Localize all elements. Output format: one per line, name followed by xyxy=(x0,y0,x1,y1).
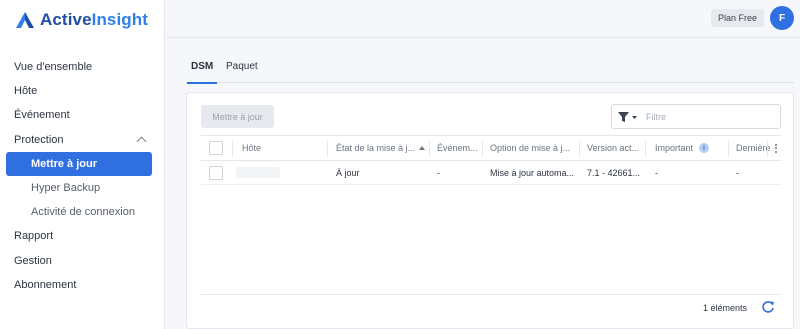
column-header-option[interactable]: Option de mise à j... xyxy=(490,136,576,160)
sidebar-item-label: Hyper Backup xyxy=(31,182,101,195)
filter-field[interactable] xyxy=(611,104,781,129)
select-all-checkbox[interactable] xyxy=(209,141,223,155)
chevron-up-icon xyxy=(136,136,147,147)
sidebar-item-update[interactable]: Mettre à jour xyxy=(6,151,152,176)
row-checkbox[interactable] xyxy=(209,165,223,180)
sidebar-item-report[interactable]: Rapport xyxy=(0,224,165,248)
tab-dsm[interactable]: DSM xyxy=(186,61,218,84)
sidebar-item-host[interactable]: Hôte xyxy=(0,79,165,103)
sidebar-item-hyper-backup[interactable]: Hyper Backup xyxy=(0,176,165,200)
logo-icon xyxy=(16,12,34,28)
column-header-version[interactable]: Version act... xyxy=(587,136,645,160)
column-header-label: État de la mise à j... xyxy=(336,143,416,153)
sidebar-item-management[interactable]: Gestion xyxy=(0,249,165,273)
table-header: Hôte État de la mise à j... Événem... Op… xyxy=(201,135,781,161)
sidebar-item-event[interactable]: Événement xyxy=(0,103,165,127)
sort-ascending-icon xyxy=(419,146,426,150)
more-vertical-icon xyxy=(775,143,777,153)
app-logo[interactable]: ActiveInsight xyxy=(16,9,148,31)
select-all-cell xyxy=(209,136,223,160)
column-divider[interactable] xyxy=(728,141,729,157)
filter-input[interactable] xyxy=(646,111,756,122)
logo-text: ActiveInsight xyxy=(40,10,149,29)
cell-version: 7.1 - 42661... xyxy=(587,167,641,178)
cell-status: À jour xyxy=(336,167,360,178)
sidebar-item-label: Vue d'ensemble xyxy=(14,61,93,74)
column-divider[interactable] xyxy=(232,141,233,157)
cell-last: - xyxy=(736,167,739,178)
cell-event: - xyxy=(437,167,440,178)
update-button[interactable]: Mettre à jour xyxy=(201,105,274,128)
column-header-status[interactable]: État de la mise à j... xyxy=(336,136,431,160)
column-header-event[interactable]: Événem... xyxy=(437,136,479,160)
tab-bar: DSM Paquet xyxy=(186,56,794,84)
updates-table: Hôte État de la mise à j... Événem... Op… xyxy=(201,135,781,185)
sidebar: ActiveInsight Vue d'ensemble Hôte Événem… xyxy=(0,0,165,329)
sidebar-item-label: Gestion xyxy=(14,254,52,267)
table-footer: 1 éléments xyxy=(201,294,781,320)
avatar[interactable]: F xyxy=(770,6,794,30)
cell-host xyxy=(236,161,316,184)
column-header-last[interactable]: Dernière xyxy=(736,136,771,160)
column-divider[interactable] xyxy=(579,141,580,157)
column-header-host[interactable]: Hôte xyxy=(242,136,322,160)
column-divider[interactable] xyxy=(482,141,483,157)
sidebar-item-overview[interactable]: Vue d'ensemble xyxy=(0,55,165,79)
refresh-icon[interactable] xyxy=(761,300,775,314)
sidebar-item-label: Abonnement xyxy=(14,278,77,291)
table-row[interactable]: À jour - Mise à jour automa... 7.1 - 426… xyxy=(201,161,781,185)
content-panel: Mettre à jour Hôte État de la mise à j..… xyxy=(186,92,794,329)
column-options-menu[interactable] xyxy=(775,136,777,160)
sidebar-item-login-activity[interactable]: Activité de connexion xyxy=(0,200,165,224)
sidebar-item-label: Mettre à jour xyxy=(31,157,98,170)
sidebar-item-protection[interactable]: Protection xyxy=(0,128,165,152)
column-divider[interactable] xyxy=(429,141,430,157)
host-name-redacted xyxy=(236,167,280,178)
item-count: 1 éléments xyxy=(702,303,747,313)
sidebar-item-label: Activité de connexion xyxy=(31,206,135,219)
info-icon[interactable]: i xyxy=(699,143,710,153)
sidebar-item-label: Hôte xyxy=(14,85,38,98)
top-bar: Plan Free F xyxy=(166,0,800,38)
sidebar-item-label: Rapport xyxy=(14,230,54,243)
sidebar-item-label: Événement xyxy=(14,109,70,122)
plan-badge[interactable]: Plan Free xyxy=(710,9,764,27)
column-divider[interactable] xyxy=(645,141,646,157)
cell-important: - xyxy=(655,167,658,178)
sidebar-nav: Vue d'ensemble Hôte Événement Protection… xyxy=(0,55,165,297)
cell-option: Mise à jour automa... xyxy=(490,167,575,178)
column-header-label: Important xyxy=(655,143,694,153)
sidebar-item-label: Protection xyxy=(14,133,64,146)
tab-package[interactable]: Paquet xyxy=(226,61,258,83)
filter-icon[interactable] xyxy=(618,111,640,122)
column-header-important[interactable]: Important i xyxy=(655,136,725,160)
row-select-cell xyxy=(209,161,223,184)
column-divider[interactable] xyxy=(327,141,328,157)
sidebar-item-subscription[interactable]: Abonnement xyxy=(0,273,165,297)
column-divider[interactable] xyxy=(767,141,768,157)
